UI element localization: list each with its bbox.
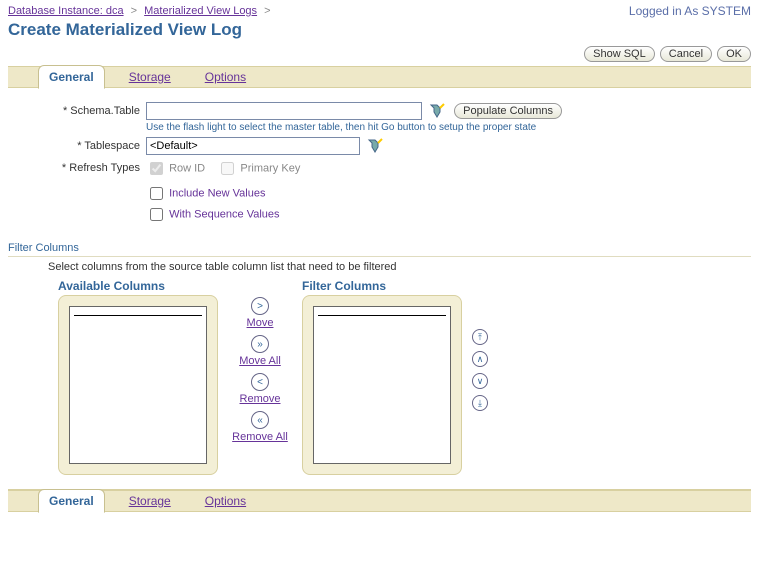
page-title: Create Materialized View Log (8, 20, 751, 40)
move-icon[interactable]: > (251, 297, 269, 315)
with-sequence-label: With Sequence Values (169, 208, 279, 220)
remove-link[interactable]: Remove (240, 393, 281, 405)
include-new-label: Include New Values (169, 187, 265, 199)
rowid-label: Row ID (169, 162, 205, 174)
move-top-icon[interactable]: ⤒ (472, 329, 488, 345)
populate-columns-button[interactable]: Populate Columns (454, 103, 562, 119)
breadcrumb-sep: > (127, 5, 141, 17)
include-new-checkbox[interactable] (150, 187, 163, 200)
move-link[interactable]: Move (247, 317, 274, 329)
tablespace-label: * Tablespace (28, 137, 146, 152)
primarykey-checkbox (221, 162, 234, 175)
breadcrumb-item-db[interactable]: Database Instance: dca (8, 5, 124, 17)
show-sql-button[interactable]: Show SQL (584, 46, 655, 62)
remove-all-link[interactable]: Remove All (232, 431, 288, 443)
filter-columns-list[interactable] (313, 306, 451, 464)
breadcrumb-item-mvlogs[interactable]: Materialized View Logs (144, 5, 257, 17)
with-sequence-checkbox[interactable] (150, 208, 163, 221)
tab-storage[interactable]: Storage (119, 66, 181, 88)
logged-in-text: Logged in As SYSTEM (629, 4, 751, 18)
refresh-types-label: * Refresh Types (28, 159, 146, 174)
move-up-icon[interactable]: ∧ (472, 351, 488, 367)
flashlight-icon[interactable] (367, 138, 383, 154)
move-all-icon[interactable]: » (251, 335, 269, 353)
cancel-button[interactable]: Cancel (660, 46, 712, 62)
tab-storage-bottom[interactable]: Storage (119, 490, 181, 512)
tab-general[interactable]: General (38, 65, 105, 89)
action-bar: Show SQL Cancel OK (8, 46, 751, 62)
available-columns-list[interactable] (69, 306, 207, 464)
tab-general-bottom[interactable]: General (38, 489, 105, 513)
filter-columns-heading: Filter Columns (8, 242, 751, 257)
tablespace-input[interactable] (146, 137, 360, 155)
breadcrumb: Database Instance: dca > Materialized Vi… (8, 5, 275, 17)
tab-options[interactable]: Options (195, 66, 256, 88)
schema-table-input[interactable] (146, 102, 422, 120)
tab-strip-top: General Storage Options (8, 66, 751, 88)
tab-strip-bottom: General Storage Options (8, 490, 751, 512)
breadcrumb-sep: > (260, 5, 274, 17)
remove-all-icon[interactable]: « (251, 411, 269, 429)
move-all-link[interactable]: Move All (239, 355, 281, 367)
move-bottom-icon[interactable]: ⤓ (472, 395, 488, 411)
move-down-icon[interactable]: ∨ (472, 373, 488, 389)
flashlight-icon[interactable] (429, 103, 445, 119)
remove-icon[interactable]: < (251, 373, 269, 391)
schema-table-hint: Use the flash light to select the master… (146, 122, 562, 133)
rowid-checkbox (150, 162, 163, 175)
ok-button[interactable]: OK (717, 46, 751, 62)
filter-columns-desc: Select columns from the source table col… (48, 261, 751, 273)
primarykey-label: Primary Key (240, 162, 300, 174)
tab-options-bottom[interactable]: Options (195, 490, 256, 512)
available-columns-title: Available Columns (58, 279, 218, 293)
filter-columns-title: Filter Columns (302, 279, 462, 293)
schema-table-label: * Schema.Table (28, 102, 146, 117)
